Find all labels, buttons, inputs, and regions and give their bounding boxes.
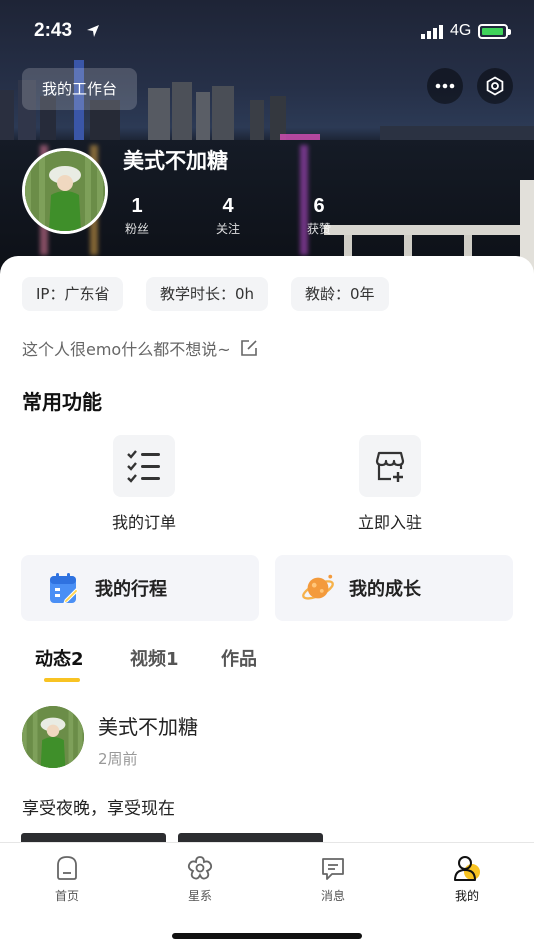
settings-button[interactable] bbox=[477, 68, 513, 104]
tab-posts[interactable]: 动态2 bbox=[35, 645, 84, 671]
icon-box bbox=[113, 435, 175, 497]
post-text: 享受夜晚，享受现在 bbox=[22, 799, 175, 819]
join-now-button[interactable]: 立即入驻 bbox=[340, 435, 440, 533]
post-timestamp: 2周前 bbox=[98, 750, 138, 768]
stat-value: 6 bbox=[313, 195, 325, 217]
edit-icon[interactable] bbox=[239, 338, 259, 358]
more-button[interactable] bbox=[427, 68, 463, 104]
avatar-image bbox=[22, 706, 84, 768]
nav-messages[interactable]: 消息 bbox=[298, 853, 368, 904]
tab-videos[interactable]: 视频1 bbox=[130, 645, 179, 671]
stat-label: 关注 bbox=[215, 222, 240, 236]
ip-chip: IP：广东省 bbox=[22, 277, 124, 311]
checklist-icon bbox=[127, 450, 160, 483]
more-dots-icon bbox=[435, 83, 455, 89]
active-tab-indicator bbox=[44, 678, 80, 682]
stat-label: 粉丝 bbox=[124, 222, 149, 236]
my-orders-button[interactable]: 我的订单 bbox=[94, 435, 194, 533]
planet-icon bbox=[302, 574, 334, 600]
store-add-icon bbox=[375, 451, 405, 482]
home-icon bbox=[57, 856, 77, 880]
nav-label: 消息 bbox=[320, 889, 345, 903]
signal-bars-icon bbox=[421, 25, 443, 39]
icon-wrap bbox=[301, 571, 335, 605]
stat-label: 获赞 bbox=[306, 222, 331, 236]
nav-profile[interactable]: 我的 bbox=[432, 853, 502, 904]
my-schedule-button[interactable]: 我的行程 bbox=[21, 555, 259, 621]
stat-followers[interactable]: 1 粉丝 bbox=[107, 195, 167, 237]
icon-wrap bbox=[47, 571, 81, 605]
nav-home[interactable]: 首页 bbox=[32, 853, 102, 904]
nav-label: 我的 bbox=[454, 889, 479, 903]
profile-avatar[interactable] bbox=[22, 148, 108, 234]
home-indicator bbox=[172, 933, 362, 939]
my-growth-button[interactable]: 我的成长 bbox=[275, 555, 513, 621]
section-title: 常用功能 bbox=[22, 390, 102, 414]
calendar-icon bbox=[50, 573, 79, 604]
avatar-image bbox=[25, 151, 105, 231]
stat-value: 1 bbox=[131, 195, 143, 217]
nav-galaxy[interactable]: 星系 bbox=[165, 853, 235, 904]
status-time: 2:43 bbox=[34, 20, 73, 41]
tab-works[interactable]: 作品 bbox=[221, 645, 257, 671]
stat-likes[interactable]: 6 获赞 bbox=[289, 195, 349, 237]
settings-hexagon-icon bbox=[486, 76, 504, 96]
post-author-name[interactable]: 美式不加糖 bbox=[98, 711, 198, 740]
function-label: 我的订单 bbox=[111, 513, 176, 532]
schedule-label: 我的行程 bbox=[95, 579, 167, 600]
status-bar: 2:43 4G bbox=[0, 0, 534, 60]
flower-icon bbox=[187, 856, 213, 880]
location-arrow-icon bbox=[87, 25, 99, 37]
function-label: 立即入驻 bbox=[357, 513, 422, 532]
teaching-hours-chip: 教学时长：0h bbox=[146, 277, 269, 311]
profile-name: 美式不加糖 bbox=[123, 149, 228, 173]
profile-icon bbox=[454, 856, 480, 881]
bio-text: 这个人很emo什么都不想说~ bbox=[22, 340, 231, 359]
message-icon bbox=[322, 858, 344, 880]
nav-label: 首页 bbox=[54, 889, 79, 903]
nav-label: 星系 bbox=[187, 889, 212, 903]
growth-label: 我的成长 bbox=[349, 579, 421, 600]
workbench-button[interactable]: 我的工作台 bbox=[22, 68, 138, 110]
bio-row[interactable]: 这个人很emo什么都不想说~ bbox=[22, 336, 259, 360]
post-author-avatar[interactable] bbox=[22, 706, 84, 768]
battery-icon bbox=[478, 24, 511, 39]
teaching-years-chip: 教龄：0年 bbox=[291, 277, 389, 311]
icon-box bbox=[359, 435, 421, 497]
network-type: 4G bbox=[450, 22, 472, 39]
stat-value: 4 bbox=[222, 195, 234, 217]
stat-following[interactable]: 4 关注 bbox=[198, 195, 258, 237]
